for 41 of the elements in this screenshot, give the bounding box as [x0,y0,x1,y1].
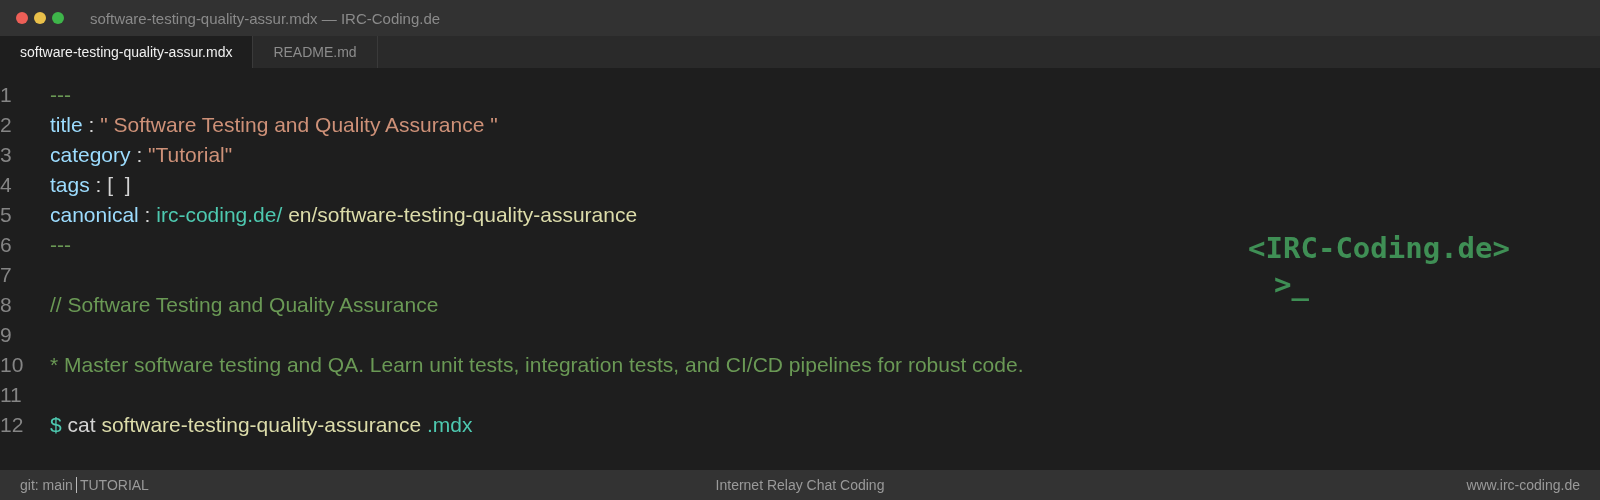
line-number: 6 [0,233,13,257]
line-number: 2 [0,113,13,137]
string-value: "Tutorial" [148,143,233,166]
yaml-key: title [50,113,83,136]
website-link[interactable]: www.irc-coding.de [1280,477,1580,493]
code-text: : [143,203,152,226]
window-controls-icon[interactable] [16,12,64,24]
comment-text: // Software Testing and Quality Assurance [50,293,439,316]
git-branch: git: main [20,477,73,493]
line-number: 10 [0,353,25,377]
mode-label: TUTORIAL [79,477,149,493]
line-number: 5 [0,203,13,227]
path-text: software-testing-quality-assurance [101,413,422,436]
url-text: .mdx [426,413,473,436]
yaml-key: category [50,143,131,166]
line-number: 7 [0,263,13,287]
line-number: 9 [0,323,13,347]
shell-prompt: $ [50,413,62,436]
yaml-key: canonical [50,203,139,226]
editor-tab[interactable]: software-testing-quality-assur.mdx [0,36,254,68]
path-text: en/software-testing-quality-assurance [287,203,638,226]
line-number: 11 [0,383,23,407]
logo-prompt: >_ [1274,266,1309,302]
string-value: " Software Testing and Quality Assurance " [100,113,498,136]
status-center-text: Internet Relay Chat Coding [715,477,885,493]
line-number: 4 [0,173,13,197]
line-number: 3 [0,143,13,167]
line-number: 1 [0,83,13,107]
window-title: software-testing-quality-assur.mdx — IRC-Coding.de [90,9,441,27]
logo-text: <IRC-Coding.de> [1248,230,1510,266]
url-text: irc-coding.de/ [156,203,283,226]
code-text: : [87,113,96,136]
line-number: 8 [0,293,13,317]
line-number: 12 [0,413,25,437]
yaml-key: tags [50,173,90,196]
code-text: : [ ] [94,173,131,196]
code-text: cat [66,413,97,436]
front-matter-rule: --- [50,233,71,256]
front-matter-rule: --- [50,83,71,106]
comment-text: * Master software testing and QA. Learn unit tests, integration tests, and CI/CD pipelines for robust code. [50,353,1024,376]
code-text: : [135,143,144,166]
